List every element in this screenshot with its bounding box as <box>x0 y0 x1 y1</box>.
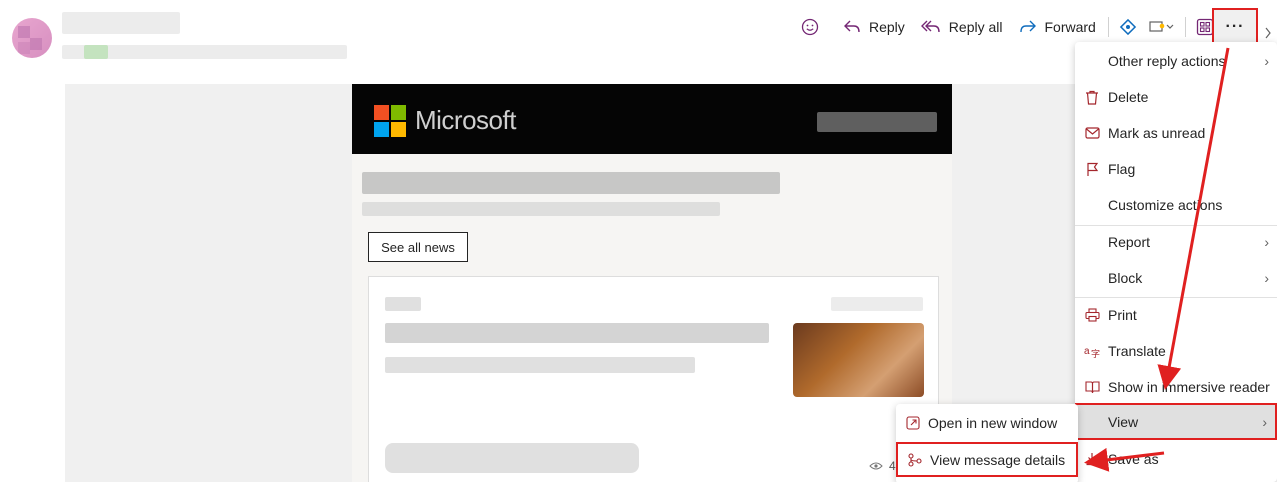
menu-item-print[interactable]: Print <box>1075 297 1277 333</box>
translate-icon: a字 <box>1083 342 1101 360</box>
newsletter-header: Microsoft <box>352 84 952 154</box>
header-text-redacted <box>817 112 937 132</box>
reply-all-label: Reply all <box>948 19 1003 35</box>
chevron-right-icon: › <box>1264 270 1269 286</box>
recipient-chip-redacted <box>84 45 108 59</box>
menu-item-translate[interactable]: a字 Translate <box>1075 333 1277 369</box>
microsoft-logo-icon <box>374 105 407 138</box>
message-details-icon <box>906 451 924 469</box>
reply-all-button[interactable]: Reply all <box>913 10 1011 44</box>
news-title-redacted <box>385 323 769 343</box>
flag-icon <box>1083 160 1101 178</box>
menu-item-immersive-reader[interactable]: Show in immersive reader <box>1075 369 1277 405</box>
more-actions-menu: Other reply actions › Delete Mark as unr… <box>1075 42 1277 482</box>
see-all-news-button[interactable]: See all news <box>368 232 468 262</box>
chevron-right-icon: › <box>1264 234 1269 250</box>
sender-name-redacted <box>62 12 180 34</box>
outlook-reading-pane: Reply Reply all Forward ··· Microsoft Se… <box>0 0 1277 482</box>
news-item-card[interactable]: 438 <box>368 276 939 482</box>
menu-item-block[interactable]: Block › <box>1075 260 1277 296</box>
tag-icon <box>1149 21 1174 32</box>
view-submenu: Open in new window View message details <box>896 404 1078 482</box>
newsletter-content: Microsoft See all news 438 <box>352 84 952 482</box>
headline-redacted <box>362 172 780 194</box>
svg-text:a: a <box>1084 346 1090 357</box>
forward-button[interactable]: Forward <box>1011 10 1104 44</box>
toolbar-divider <box>1107 17 1109 37</box>
menu-item-report[interactable]: Report › <box>1075 224 1277 260</box>
news-thumbnail <box>793 323 924 397</box>
smiley-icon <box>801 18 819 36</box>
reply-all-icon <box>920 20 940 33</box>
submenu-item-view-message-details[interactable]: View message details <box>896 442 1078 477</box>
forward-label: Forward <box>1044 19 1096 35</box>
menu-item-mark-as-unread[interactable]: Mark as unread <box>1075 115 1277 151</box>
menu-item-other-reply-actions[interactable]: Other reply actions › <box>1075 43 1277 79</box>
eye-icon <box>869 462 883 470</box>
trash-icon <box>1083 88 1101 106</box>
news-source-redacted <box>385 297 421 311</box>
subheadline-redacted <box>362 202 720 216</box>
brand-name: Microsoft <box>415 105 516 135</box>
printer-icon <box>1083 306 1101 324</box>
menu-item-save-as[interactable]: Save as <box>1075 441 1277 477</box>
forward-icon <box>1019 20 1036 33</box>
see-all-news-label: See all news <box>381 239 455 255</box>
submenu-item-open-in-new-window[interactable]: Open in new window <box>896 406 1078 440</box>
menu-item-flag[interactable]: Flag <box>1075 151 1277 187</box>
news-time-redacted <box>831 297 923 311</box>
scrollbar-arrow-icon[interactable] <box>1262 20 1277 50</box>
sender-avatar[interactable] <box>12 18 52 58</box>
menu-item-view[interactable]: View › <box>1075 403 1277 440</box>
chevron-right-icon: › <box>1264 53 1269 69</box>
toolbar-divider <box>1184 17 1186 37</box>
chevron-right-icon: › <box>1262 413 1267 430</box>
news-footer-redacted <box>385 443 639 473</box>
open-window-icon <box>904 414 922 432</box>
loop-icon <box>1119 18 1136 36</box>
reply-icon <box>844 20 860 33</box>
emoji-reaction-button[interactable] <box>795 10 825 44</box>
news-subtitle-redacted <box>385 357 695 373</box>
download-icon <box>1083 450 1101 468</box>
immersive-reader-icon <box>1083 378 1101 396</box>
reply-label: Reply <box>869 19 905 35</box>
envelope-icon <box>1083 124 1101 142</box>
more-actions-button[interactable]: ··· <box>1212 8 1258 46</box>
tag-dropdown-button[interactable] <box>1143 10 1181 44</box>
menu-item-customize-actions[interactable]: Customize actions <box>1075 187 1277 223</box>
menu-item-delete[interactable]: Delete <box>1075 79 1277 115</box>
more-actions-label: ··· <box>1225 18 1245 35</box>
message-toolbar: Reply Reply all Forward <box>795 10 1220 44</box>
svg-text:字: 字 <box>1091 348 1100 358</box>
reply-button[interactable]: Reply <box>835 10 913 44</box>
loop-button[interactable] <box>1113 10 1143 44</box>
